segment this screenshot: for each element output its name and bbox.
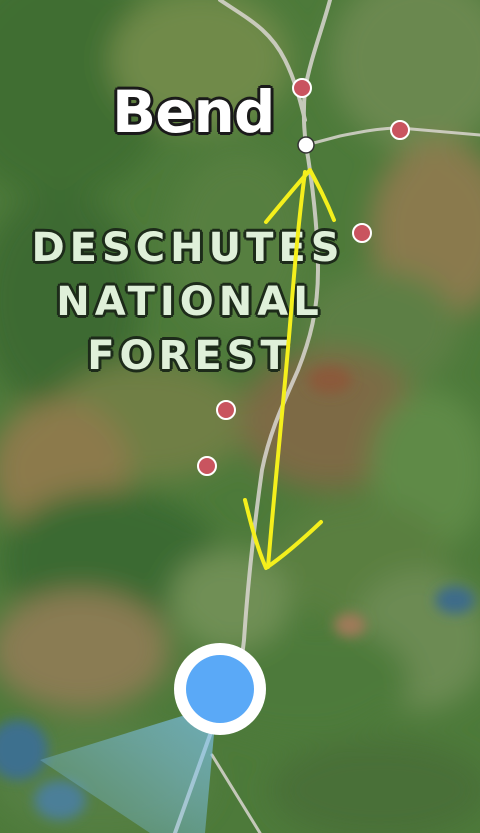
current-location-icon[interactable] [186,655,254,723]
map-view[interactable]: Bend DESCHUTES NATIONAL FOREST [0,0,480,833]
location-layer [40,643,266,833]
